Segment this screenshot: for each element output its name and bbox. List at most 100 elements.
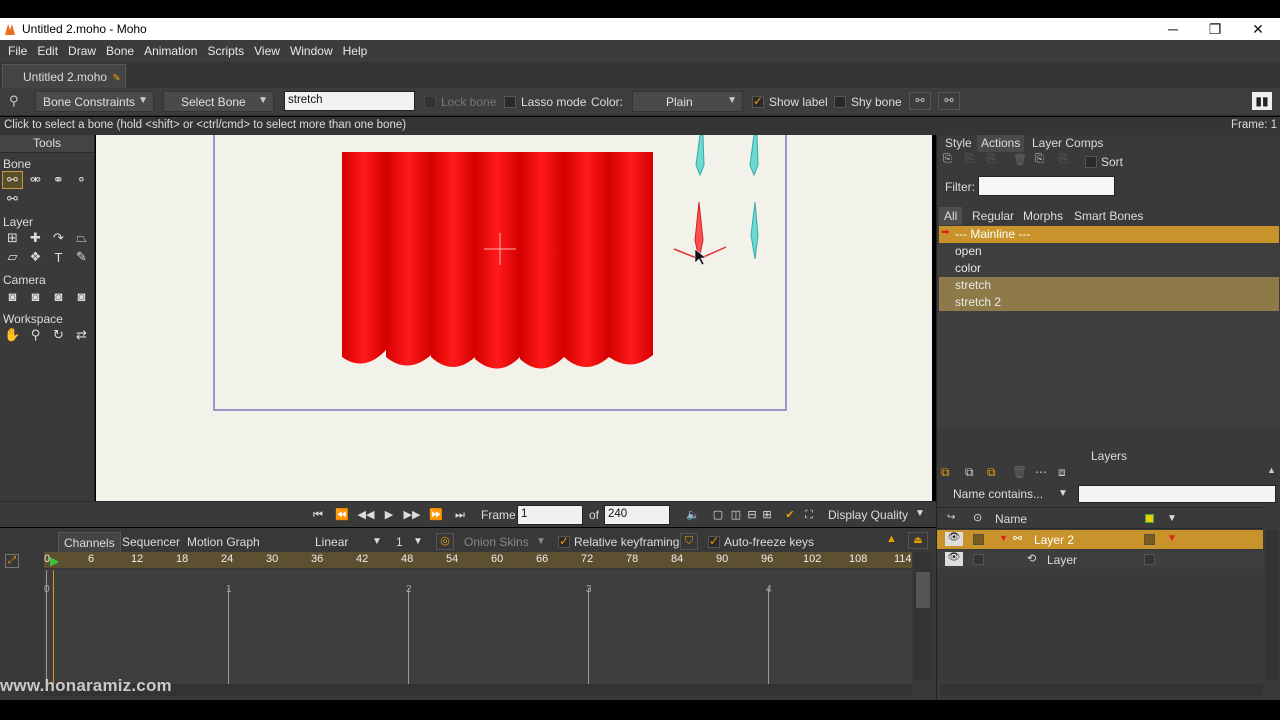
chevron-down-icon[interactable]: ▼ (372, 536, 382, 547)
list-item[interactable]: stretch 2 (939, 294, 1279, 311)
collapse-up-icon[interactable]: ▲ (886, 533, 897, 545)
new-layer-icon[interactable]: ⧉ (941, 465, 950, 480)
auto-freeze-checkbox[interactable] (708, 534, 720, 548)
maximize-button[interactable]: ❐ (1195, 19, 1235, 39)
close-button[interactable]: ✕ (1238, 19, 1278, 39)
subtab-regular[interactable]: Regular (967, 207, 1019, 225)
shy-bone-checkbox[interactable] (834, 96, 846, 108)
relative-keyframing-checkbox[interactable] (558, 534, 570, 548)
rewind-icon[interactable]: ⏮ (308, 506, 328, 524)
document-tab[interactable]: Untitled 2.moho ✎ (2, 64, 126, 88)
tab-motion-graph[interactable]: Motion Graph (182, 532, 265, 552)
fast-forward-icon[interactable]: ⏭ (450, 506, 470, 524)
book-icon[interactable]: ▮▮ (1252, 92, 1272, 110)
onion-skin-icon[interactable]: ◎ (436, 533, 454, 550)
set-origin-tool[interactable]: ⊞ (2, 229, 23, 247)
collapse-up-icon[interactable]: ▲ (1267, 465, 1276, 475)
tab-channels[interactable]: Channels (58, 532, 121, 552)
action-icon[interactable]: ⎘ (1059, 153, 1068, 166)
layer-color-swatch[interactable] (973, 554, 984, 565)
orbit-workspace-icon[interactable]: ⇄ (71, 326, 92, 344)
text-tool[interactable]: T (48, 248, 69, 266)
shear-layer-tool[interactable]: ⏢ (71, 229, 92, 247)
menu-edit[interactable]: Edit (37, 44, 58, 58)
subtab-smart-bones[interactable]: Smart Bones (1069, 207, 1148, 225)
layer-name-filter-input[interactable] (1078, 485, 1276, 503)
subtab-all[interactable]: All (939, 207, 963, 225)
tab-sequencer[interactable]: Sequencer (117, 532, 185, 552)
lock-bone-checkbox[interactable] (424, 96, 436, 108)
lock-column-icon[interactable]: ⊙ (973, 511, 982, 524)
visibility-column-icon[interactable]: ↪ (947, 512, 955, 523)
interpolation-number[interactable]: 1 (396, 535, 403, 549)
camera-track-icon[interactable]: ◙ (2, 287, 23, 305)
particle-layer-tool[interactable]: ❖ (25, 248, 46, 266)
name-column-header[interactable]: Name (995, 512, 1027, 526)
duplicate-layer-icon[interactable]: ⧉ (965, 465, 974, 480)
filter-input[interactable] (978, 176, 1115, 196)
color-dropdown[interactable]: Plain ▼ (632, 91, 743, 112)
menu-window[interactable]: Window (290, 44, 333, 58)
add-bone-tool[interactable]: ⚭ (48, 171, 69, 189)
layers-horizontal-scrollbar[interactable] (941, 684, 1263, 696)
more-icon[interactable]: ⋯ (1035, 465, 1047, 479)
camera-pan-icon[interactable]: ◙ (71, 287, 92, 305)
sound-icon[interactable]: 🔈 (683, 506, 703, 524)
layer-settings-icon[interactable]: ⧈ (1058, 465, 1066, 480)
reparent-bone-tool[interactable]: ⚬ (71, 171, 92, 189)
bone-strength-tool[interactable]: ⚯ (2, 190, 23, 208)
tab-style[interactable]: Style (941, 135, 976, 152)
view-grid-icon[interactable]: ⊞ (757, 506, 777, 524)
action-icon[interactable]: ⎘ (965, 153, 974, 166)
checkmark-icon[interactable]: ✔ (780, 506, 800, 524)
layer-row[interactable]: 👁 ⟲ Layer (937, 550, 1263, 569)
chevron-down-icon[interactable]: ▼ (536, 536, 546, 547)
timeline-track-area[interactable]: 0 1 2 3 4 (44, 570, 912, 690)
select-bone-dropdown[interactable]: Select Bone ▼ (163, 91, 274, 112)
menu-view[interactable]: View (254, 44, 280, 58)
layer-checkbox[interactable] (1144, 554, 1155, 565)
playhead-marker-icon[interactable]: ▶ (50, 554, 59, 568)
display-quality-label[interactable]: Display Quality (828, 508, 908, 522)
onion-skins-label[interactable]: Onion Skins (464, 535, 529, 549)
menu-help[interactable]: Help (343, 44, 368, 58)
list-item[interactable]: color (939, 260, 1279, 277)
switch-layer-tool[interactable]: ▱ (2, 248, 23, 266)
sort-checkbox[interactable] (1085, 156, 1097, 168)
layer-row-selected[interactable]: 👁 ▼ ⚯ Layer 2 ▼ (937, 530, 1263, 549)
list-item[interactable]: ➡ --- Mainline --- (939, 226, 1279, 243)
frame-toggle-icon[interactable]: ⛶ (799, 506, 819, 524)
list-item[interactable]: stretch (939, 277, 1279, 294)
total-frames-input[interactable]: 240 (604, 505, 670, 525)
eyedropper-tool[interactable]: ✎ (71, 248, 92, 266)
delete-layer-icon[interactable]: 🗑 (1012, 465, 1027, 479)
menu-bone[interactable]: Bone (106, 44, 134, 58)
bone-constraints-dropdown[interactable]: Bone Constraints ▼ (35, 91, 154, 112)
hand-icon[interactable]: ✋ (2, 326, 23, 344)
tab-actions[interactable]: Actions (977, 135, 1025, 152)
canvas[interactable] (96, 135, 932, 501)
delete-action-icon[interactable]: 🗑 (1013, 153, 1027, 166)
bone-action-icon[interactable]: ⚯ (938, 92, 960, 110)
step-forward-icon[interactable]: ▶▶ (402, 506, 422, 524)
menu-scripts[interactable]: Scripts (207, 44, 244, 58)
eye-icon[interactable]: 👁 (945, 552, 963, 566)
subtab-morphs[interactable]: Morphs (1018, 207, 1068, 225)
layers-vertical-scrollbar[interactable] (1265, 530, 1279, 680)
layer-color-swatch[interactable] (973, 534, 984, 545)
frame-input[interactable]: 1 (517, 505, 583, 525)
timeline-horizontal-scrollbar[interactable] (44, 684, 912, 696)
insert-action-icon[interactable]: ⎘ (1035, 153, 1044, 166)
zoom-icon[interactable]: ⚲ (25, 326, 46, 344)
chevron-down-icon[interactable]: ▼ (1167, 513, 1177, 524)
bone-action-icon[interactable]: ⚯ (909, 92, 931, 110)
minimize-button[interactable]: ─ (1153, 19, 1193, 39)
scrollbar-thumb[interactable] (916, 572, 930, 608)
expand-icon[interactable]: ⏏ (908, 532, 928, 549)
interpolation-dropdown[interactable]: Linear (315, 535, 348, 549)
timeline-vertical-scrollbar[interactable] (914, 552, 932, 680)
copy-layer-icon[interactable]: ⧉ (987, 465, 996, 480)
rotate-workspace-icon[interactable]: ↻ (48, 326, 69, 344)
color-column-icon[interactable] (1145, 514, 1154, 523)
chevron-down-icon[interactable]: ▼ (413, 536, 423, 547)
